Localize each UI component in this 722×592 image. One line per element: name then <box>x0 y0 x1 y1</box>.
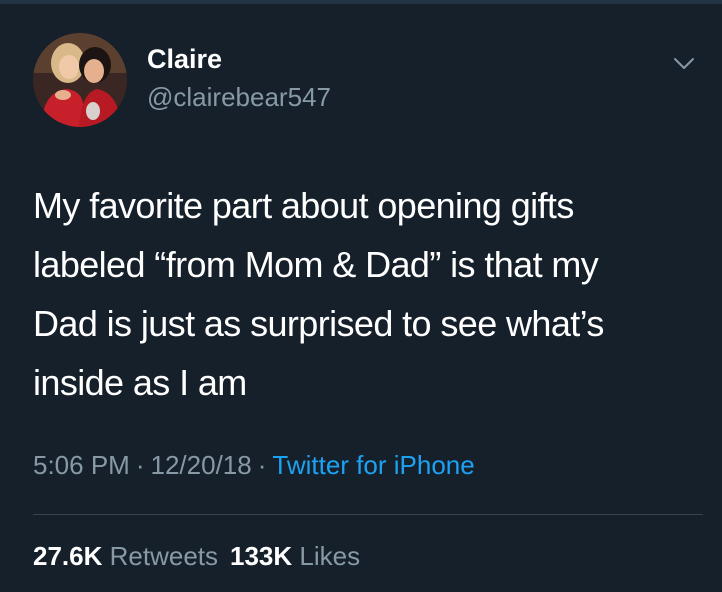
likes-stat[interactable]: 133K Likes <box>230 541 360 571</box>
likes-label: Likes <box>299 541 361 571</box>
tweet-date[interactable]: 12/20/18 <box>151 450 252 480</box>
stats-divider <box>33 514 703 515</box>
meta-separator: · <box>135 450 145 480</box>
meta-separator: · <box>257 450 267 480</box>
top-divider <box>0 0 722 4</box>
tweet: Claire @clairebear547 My favorite part a… <box>0 0 722 592</box>
retweets-label: Retweets <box>109 541 219 571</box>
retweets-stat[interactable]: 27.6K Retweets <box>33 541 218 571</box>
likes-count: 133K <box>230 541 293 571</box>
retweets-count: 27.6K <box>33 541 103 571</box>
tweet-stats: 27.6K Retweets 133K Likes <box>33 541 372 572</box>
avatar[interactable] <box>33 33 127 127</box>
tweet-text: My favorite part about opening gifts lab… <box>33 185 604 403</box>
tweet-metadata: 5:06 PM · 12/20/18 · Twitter for iPhone <box>33 450 475 481</box>
chevron-down-icon[interactable] <box>670 52 698 74</box>
tweet-source-link[interactable]: Twitter for iPhone <box>272 450 474 480</box>
user-handle[interactable]: @clairebear547 <box>147 82 331 113</box>
user-name[interactable]: Claire <box>147 44 222 75</box>
avatar-photo <box>33 33 127 127</box>
tweet-time[interactable]: 5:06 PM <box>33 450 130 480</box>
